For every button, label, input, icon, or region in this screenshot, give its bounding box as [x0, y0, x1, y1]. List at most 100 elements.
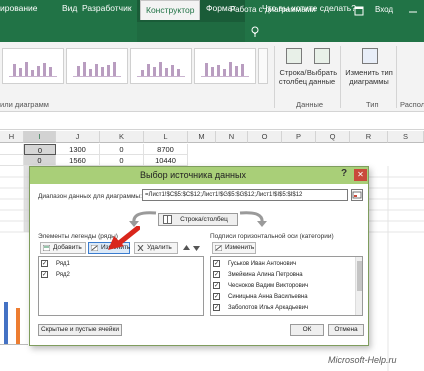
collapse-dialog-icon [352, 191, 362, 199]
category-checkbox[interactable]: ✓ [213, 304, 220, 311]
delete-series-button[interactable]: Удалить [134, 242, 178, 254]
chart-style-2[interactable] [66, 48, 128, 84]
group-separator [340, 46, 341, 108]
change-chart-type-button[interactable]: Изменить тип диаграммы [344, 68, 394, 86]
chart-style-1[interactable] [2, 48, 64, 84]
edit-axis-labels-button[interactable]: Изменить [212, 242, 256, 254]
dialog-title: Выбор источника данных [140, 170, 246, 180]
sign-in-link[interactable]: Вход [375, 5, 393, 14]
tab-developer[interactable]: Разработчик [82, 3, 132, 13]
switch-row-column-label: Строка/столбец [180, 216, 228, 223]
help-button[interactable]: ? [341, 168, 347, 179]
select-data-source-dialog: Выбор источника данных ? ✕ Диапазон данн… [29, 166, 369, 346]
col-header-j[interactable]: J [56, 131, 100, 143]
col-header-h[interactable]: H [0, 131, 24, 143]
col-header-s[interactable]: S [388, 131, 424, 143]
data-group-label: Данные [296, 100, 324, 109]
col-header-n[interactable]: N [216, 131, 248, 143]
ok-button[interactable]: ОК [290, 324, 324, 336]
chart-style-3[interactable] [130, 48, 192, 84]
cell[interactable]: 1300 [56, 144, 100, 155]
chart-range-field[interactable]: =Лист1!$C$5:$C$12;Лист1!$G$5:$G$12;Лист1… [142, 189, 348, 201]
cell[interactable]: 8700 [144, 144, 188, 155]
tab-review[interactable]: ирование [0, 3, 38, 13]
category-checkbox[interactable]: ✓ [213, 271, 220, 278]
type-group-label: Тип [366, 100, 379, 109]
chart-styles-group-label: или диаграмм [0, 100, 49, 109]
list-item[interactable]: ✓ Ряд1 [41, 260, 70, 269]
move-up-icon[interactable] [182, 243, 191, 253]
list-item[interactable]: ✓ Змейкина Алина Петровна [213, 271, 303, 280]
cell[interactable]: 0 [24, 155, 56, 166]
series-checkbox[interactable]: ✓ [41, 260, 48, 267]
series-name: Ряд1 [56, 261, 70, 268]
col-header-p[interactable]: P [282, 131, 316, 143]
category-checkbox[interactable]: ✓ [213, 282, 220, 289]
switch-arrow-right-icon [239, 211, 267, 227]
list-item[interactable]: ✓ Гуськов Иван Антонович [213, 260, 296, 269]
minimize-icon[interactable] [408, 6, 418, 16]
chart-style-4[interactable] [194, 48, 256, 84]
switch-row-column-dialog-button[interactable]: Строка/столбец [158, 213, 238, 226]
category-name: Синицына Анна Васильевна [228, 294, 308, 301]
group-separator [274, 46, 275, 108]
hidden-empty-cells-button[interactable]: Скрытые и пустые ячейки [38, 324, 122, 336]
series-checkbox[interactable]: ✓ [41, 271, 48, 278]
add-series-button[interactable]: Добавить [40, 242, 86, 254]
cell[interactable] [0, 155, 24, 166]
list-item[interactable]: ✓ Чесноков Вадим Викторович [213, 282, 308, 291]
list-item[interactable]: ✓ Ряд2 [41, 271, 70, 280]
category-list: ✓ Гуськов Иван Антонович ✓ Змейкина Алина … [210, 256, 363, 316]
col-header-q[interactable]: Q [316, 131, 350, 143]
col-header-k[interactable]: K [100, 131, 144, 143]
series-name: Ряд2 [56, 272, 70, 279]
group-separator [396, 46, 397, 108]
annotation-arrow-icon [108, 226, 140, 250]
cancel-button[interactable]: Отмена [328, 324, 364, 336]
col-header-l[interactable]: L [144, 131, 188, 143]
cell[interactable]: 10440 [144, 155, 188, 166]
category-checkbox[interactable]: ✓ [213, 260, 220, 267]
edit-axis-labels-label: Изменить [225, 244, 255, 251]
category-name: Гуськов Иван Антонович [228, 261, 297, 268]
range-picker-button[interactable] [351, 189, 363, 201]
tell-me-search[interactable]: Что вы хотите сделать? [262, 3, 356, 13]
category-checkbox[interactable]: ✓ [213, 293, 220, 300]
switch-arrow-left-icon [129, 211, 157, 227]
category-name: Чесноков Вадим Викторович [228, 283, 309, 290]
add-series-label: Добавить [53, 244, 82, 251]
col-header-o[interactable]: O [248, 131, 282, 143]
cell[interactable]: 0 [100, 144, 144, 155]
switch-icon [163, 215, 172, 224]
watermark: Microsoft-Help.ru [328, 355, 397, 365]
cell[interactable]: 1560 [56, 155, 100, 166]
chart-axis [0, 344, 28, 345]
select-data-button[interactable]: Выбрать данные [306, 68, 338, 86]
switch-row-column-icon [286, 48, 302, 64]
cell-selected[interactable]: 0 [24, 144, 56, 155]
col-header-r[interactable]: R [350, 131, 388, 143]
col-header-m[interactable]: M [188, 131, 216, 143]
close-button[interactable]: ✕ [354, 169, 367, 181]
list-item[interactable]: ✓ Заболотов Илья Аркадьевич [213, 304, 308, 313]
select-data-icon [314, 48, 330, 64]
switch-row-column-button[interactable]: Строка/ столбец [276, 68, 310, 86]
tab-format[interactable]: Формат [206, 3, 236, 13]
contextual-tab-strip [137, 22, 245, 42]
category-list-scrollbar[interactable] [355, 257, 362, 315]
move-down-icon[interactable] [192, 243, 201, 253]
delete-series-label: Удалить [147, 244, 172, 251]
ribbon: или диаграмм Строка/ столбец Выбрать дан… [0, 42, 424, 112]
cell[interactable]: 0 [100, 155, 144, 166]
list-item[interactable]: ✓ Синицына Анна Васильевна [213, 293, 308, 302]
formula-bar [0, 112, 424, 130]
axis-labels-label: Подписи горизонтальной оси (категории) [210, 233, 334, 240]
col-header-i[interactable]: I [24, 131, 56, 143]
tab-design[interactable]: Конструктор [140, 0, 201, 20]
tab-view[interactable]: Вид [62, 3, 77, 13]
category-name: Змейкина Алина Петровна [228, 272, 303, 279]
cell[interactable] [0, 144, 24, 155]
lightbulb-icon [251, 26, 259, 37]
gallery-scroll[interactable] [258, 48, 268, 84]
edit-icon [91, 245, 98, 251]
